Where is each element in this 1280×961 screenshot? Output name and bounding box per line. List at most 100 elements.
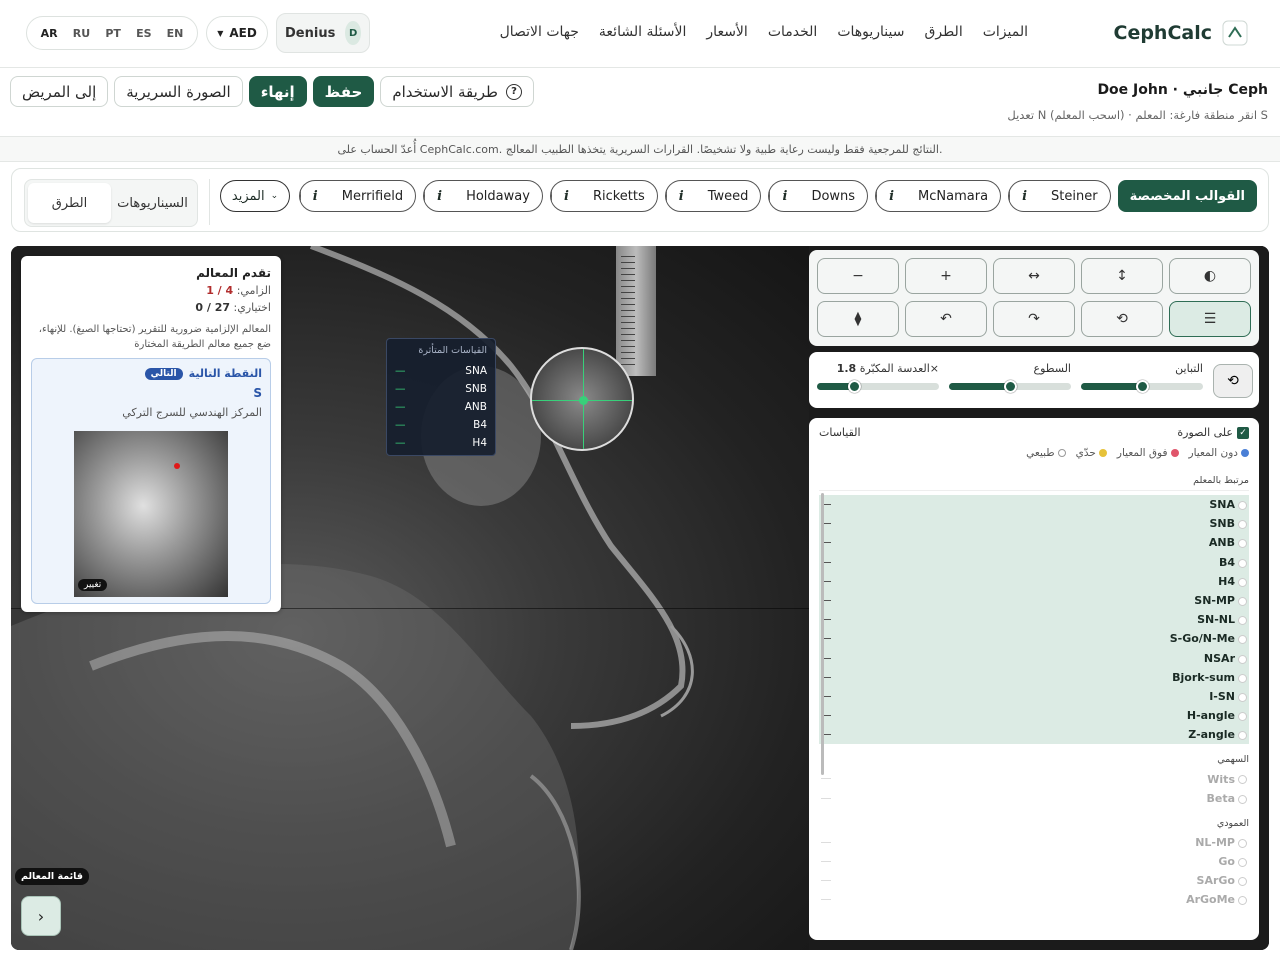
lang-ar[interactable]: AR: [41, 27, 58, 40]
logo[interactable]: CephCalc: [1114, 20, 1249, 46]
tab-scenarios[interactable]: السيناريوهات: [111, 183, 194, 223]
method-mcnamara[interactable]: McNamara i: [875, 180, 1002, 212]
next-point-description: المركز الهندسي للسرج التركي: [122, 406, 262, 419]
flip-vertical-button[interactable]: ↕: [1081, 258, 1163, 294]
invert-contrast-button[interactable]: ◐: [1169, 258, 1251, 294]
measurement-row[interactable]: H-angle: [819, 706, 1249, 726]
method-downs[interactable]: Downs i: [768, 180, 869, 212]
measurement-name: H-angle: [1186, 709, 1235, 723]
measurement-row[interactable]: ArGoMe: [819, 890, 1249, 907]
info-icon[interactable]: i: [299, 181, 330, 211]
nav-link-services[interactable]: الخدمات: [768, 24, 818, 40]
measurement-row[interactable]: SArGo: [819, 871, 1249, 890]
finish-button[interactable]: إنهاء: [248, 76, 307, 107]
measurement-row[interactable]: SN-NL: [819, 610, 1249, 630]
diamond-button[interactable]: ⧫: [817, 301, 899, 337]
legend-dot: [1170, 449, 1179, 457]
reset-adjustments-button[interactable]: ⟲: [1213, 364, 1253, 398]
lang-ru[interactable]: RU: [73, 27, 90, 40]
measurement-row[interactable]: ANB: [819, 533, 1249, 553]
how-to-use-button[interactable]: طريقة الاستخدام ?: [380, 76, 534, 107]
redo-button[interactable]: ↷: [993, 301, 1075, 337]
contrast-label: التباين: [1175, 362, 1203, 375]
flip-horizontal-button[interactable]: ↔: [993, 258, 1075, 294]
method-steiner[interactable]: Steiner i: [1008, 180, 1111, 212]
affected-value: —: [395, 383, 406, 395]
save-button[interactable]: حفظ: [312, 76, 375, 107]
measurement-row[interactable]: Go: [819, 852, 1249, 871]
measurement-row[interactable]: H4: [819, 571, 1249, 591]
info-icon[interactable]: i: [665, 181, 696, 211]
landmark-list-toggle[interactable]: ›: [21, 896, 61, 936]
user-menu[interactable]: Denius D: [276, 13, 370, 53]
nav-link-methods[interactable]: الطرق: [924, 24, 962, 40]
affected-item: SNA —: [395, 362, 487, 380]
method-ricketts[interactable]: Ricketts i: [549, 180, 658, 212]
brightness-slider[interactable]: السطوع: [949, 362, 1071, 393]
minus-button[interactable]: −: [817, 258, 899, 294]
measurement-row[interactable]: SN-MP: [819, 590, 1249, 611]
info-icon[interactable]: i: [550, 181, 581, 211]
slider-knob[interactable]: [1004, 380, 1017, 393]
change-image-button[interactable]: تغيير: [78, 579, 108, 591]
measurement-row[interactable]: B4: [819, 552, 1249, 572]
measurement-row[interactable]: NSAr: [819, 648, 1249, 668]
measurement-row[interactable]: I-SN: [819, 686, 1249, 707]
info-icon[interactable]: i: [1009, 181, 1039, 211]
landmark-list-label: قائمة المعالم: [15, 868, 89, 885]
measurement-row[interactable]: Beta: [819, 789, 1249, 808]
slider-knob[interactable]: [847, 380, 861, 393]
contrast-slider[interactable]: التباين: [1081, 362, 1203, 393]
clinical-image-button[interactable]: الصورة السريرية: [114, 76, 243, 107]
currency-selector[interactable]: ▼ AED: [206, 16, 268, 50]
legend-normal: طبيعي: [1026, 447, 1066, 459]
xray-canvas[interactable]: تقدم المعالم الزامي: 4 / 1 اختياري: 27 /…: [11, 246, 815, 950]
measurement-row[interactable]: S-Go/N-Me: [819, 629, 1249, 649]
settings-toggle-button[interactable]: ☰: [1169, 301, 1251, 337]
slider-knob[interactable]: [1136, 380, 1149, 393]
zoom-lens-slider[interactable]: ×العدسة المكبّرة 1.8: [817, 362, 939, 393]
action-bar: إلى المريض الصورة السريرية إنهاء حفظ طري…: [10, 76, 534, 107]
measurement-row[interactable]: Wits: [819, 769, 1249, 788]
nav-link-faq[interactable]: الأسئلة الشائعة: [599, 24, 687, 40]
info-icon[interactable]: i: [424, 181, 454, 211]
nav-link-features[interactable]: الميزات: [983, 24, 1028, 40]
method-merrifield[interactable]: Merrifield i: [298, 180, 417, 212]
method-holdaway[interactable]: Holdaway i: [423, 180, 543, 212]
slider-fill: [949, 383, 1010, 390]
measurements-panel: ✓ على الصورة القياسات دون المعيار فوق الم…: [809, 418, 1259, 940]
more-label: المزيد: [231, 188, 265, 204]
measurement-row[interactable]: SNA: [819, 495, 1249, 515]
plus-button[interactable]: +: [905, 258, 987, 294]
more-dropdown[interactable]: المزيد ⌄: [220, 180, 290, 212]
scrollbar[interactable]: [821, 493, 824, 775]
to-patient-button[interactable]: إلى المريض: [10, 76, 109, 107]
measurement-name: SNA: [1209, 498, 1235, 512]
lang-en[interactable]: EN: [167, 27, 184, 40]
next-point-card: النقطة التالية التالي S المركز الهندسي لل…: [31, 358, 271, 604]
measurement-row[interactable]: NL-MP: [819, 833, 1249, 852]
on-image-toggle[interactable]: ✓ على الصورة: [1177, 426, 1249, 439]
custom-templates-button[interactable]: القوالب المخصصة: [1117, 180, 1257, 212]
lang-pt[interactable]: PT: [105, 27, 121, 40]
tab-methods[interactable]: الطرق: [28, 183, 111, 223]
measurement-row[interactable]: SNB: [819, 514, 1249, 534]
measurements-title: القياسات: [819, 426, 861, 439]
info-icon[interactable]: i: [876, 181, 906, 211]
lang-es[interactable]: ES: [136, 27, 151, 40]
section-vertical: العمودي: [1216, 817, 1249, 829]
nav-link-pricing[interactable]: الأسعار: [706, 24, 747, 40]
measurement-row[interactable]: Z-angle: [819, 725, 1249, 745]
nav-link-contacts[interactable]: جهات الاتصال: [500, 24, 579, 40]
method-tweed[interactable]: Tweed i: [664, 180, 762, 212]
measurement-name: SNB: [1209, 517, 1235, 531]
landmark-marker: [174, 463, 180, 469]
currency-value: AED: [229, 26, 257, 40]
info-icon[interactable]: i: [769, 181, 799, 211]
rotate-reset-button[interactable]: ⟲: [1081, 301, 1163, 337]
measurement-row[interactable]: Bjork-sum: [819, 667, 1249, 687]
measurement-name: I-SN: [1209, 689, 1235, 703]
nav-link-scenarios[interactable]: سيناريوهات: [837, 24, 904, 40]
undo-button[interactable]: ↶: [905, 301, 987, 337]
magnifier-lens[interactable]: [530, 347, 634, 451]
